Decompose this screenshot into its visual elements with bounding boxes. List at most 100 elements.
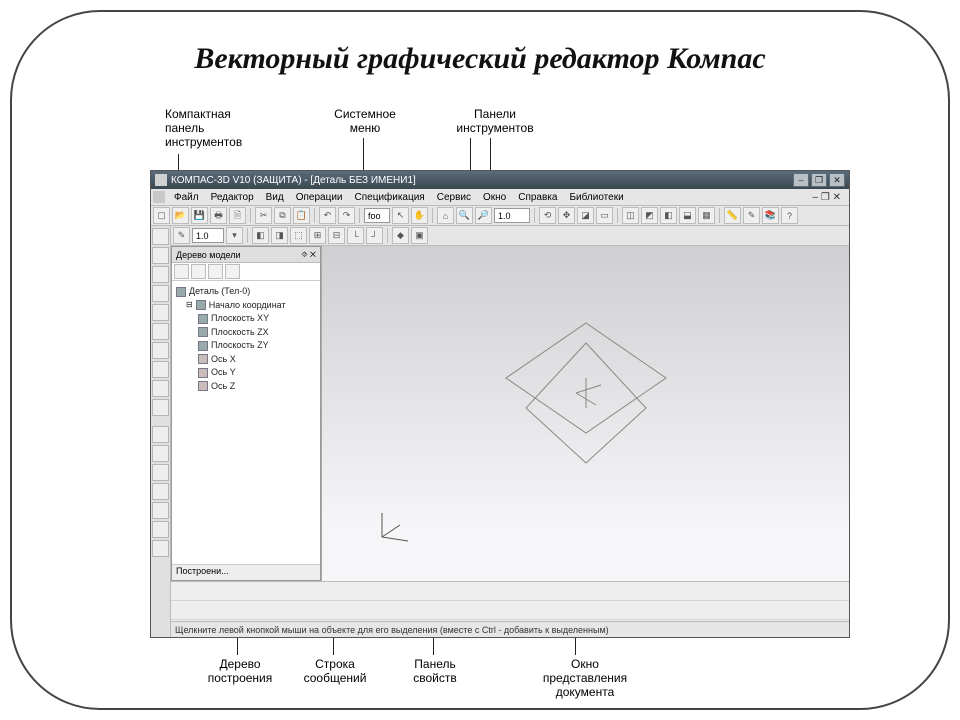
zoom-fit-icon[interactable]: ⌂: [437, 207, 454, 224]
doc-window-buttons[interactable]: – ❐ ✕: [807, 192, 847, 203]
menu-service[interactable]: Сервис: [432, 191, 476, 204]
tool-i-icon[interactable]: ▣: [411, 227, 428, 244]
compact-btn-15[interactable]: [152, 502, 169, 519]
new-icon[interactable]: ▢: [153, 207, 170, 224]
save-icon[interactable]: 💾: [191, 207, 208, 224]
menu-operations[interactable]: Операции: [291, 191, 348, 204]
axis-triad-icon: [372, 505, 414, 547]
menu-libs[interactable]: Библиотеки: [564, 191, 628, 204]
tree-item[interactable]: Плоскость ZY: [198, 339, 316, 353]
maximize-button[interactable]: ❐: [811, 173, 827, 187]
scale-input[interactable]: 1.0: [494, 208, 530, 223]
text-field[interactable]: foo: [364, 208, 390, 223]
props-icon[interactable]: ✎: [743, 207, 760, 224]
tool-h-icon[interactable]: ◆: [392, 227, 409, 244]
separator: [719, 208, 720, 223]
tree-root[interactable]: Деталь (Тел-0): [176, 285, 316, 299]
hand-icon[interactable]: ✋: [411, 207, 428, 224]
tree-item[interactable]: Плоскость XY: [198, 312, 316, 326]
tree-tb-3[interactable]: [208, 264, 223, 279]
section-icon[interactable]: ⬓: [679, 207, 696, 224]
tool-c-icon[interactable]: ⬚: [290, 227, 307, 244]
plane-icon: [198, 341, 208, 351]
rotate-icon[interactable]: ⟲: [539, 207, 556, 224]
tree-tb-1[interactable]: [174, 264, 189, 279]
tool-a-icon[interactable]: ◧: [252, 227, 269, 244]
undo-icon[interactable]: ↶: [319, 207, 336, 224]
menu-view[interactable]: Вид: [261, 191, 289, 204]
view-iso-icon[interactable]: ◪: [577, 207, 594, 224]
tool-f-icon[interactable]: └: [347, 227, 364, 244]
compact-btn-3[interactable]: [152, 266, 169, 283]
cursor-icon[interactable]: ↖: [392, 207, 409, 224]
part-icon: [176, 287, 186, 297]
compact-btn-6[interactable]: [152, 323, 169, 340]
sketch-icon[interactable]: ✎: [173, 227, 190, 244]
tool-b-icon[interactable]: ◨: [271, 227, 288, 244]
compact-btn-16[interactable]: [152, 521, 169, 538]
compact-btn-4[interactable]: [152, 285, 169, 302]
help-icon[interactable]: ?: [781, 207, 798, 224]
compact-btn-1[interactable]: [152, 228, 169, 245]
viewport[interactable]: [321, 246, 849, 581]
compact-btn-14[interactable]: [152, 483, 169, 500]
tree-item[interactable]: Плоскость ZX: [198, 326, 316, 340]
compact-btn-17[interactable]: [152, 540, 169, 557]
tree-tb-2[interactable]: [191, 264, 206, 279]
cut-icon[interactable]: ✂: [255, 207, 272, 224]
print-icon[interactable]: 🖶: [210, 207, 227, 224]
separator: [314, 208, 315, 223]
compact-btn-7[interactable]: [152, 342, 169, 359]
compact-panel: [151, 226, 171, 637]
tool-g-icon[interactable]: ┘: [366, 227, 383, 244]
zoom-out-icon[interactable]: 🔎: [475, 207, 492, 224]
wireframe-icon[interactable]: ◫: [622, 207, 639, 224]
pan-icon[interactable]: ✥: [558, 207, 575, 224]
tree-pin-close[interactable]: ⯑ ✕: [301, 250, 316, 260]
close-button[interactable]: ✕: [829, 173, 845, 187]
open-icon[interactable]: 📂: [172, 207, 189, 224]
menu-edit[interactable]: Редактор: [206, 191, 259, 204]
tree-item[interactable]: Ось Y: [198, 366, 316, 380]
menu-spec[interactable]: Спецификация: [350, 191, 430, 204]
menu-help[interactable]: Справка: [513, 191, 562, 204]
tree-item[interactable]: Ось Z: [198, 380, 316, 394]
tool-d-icon[interactable]: ⊞: [309, 227, 326, 244]
menu-file[interactable]: Файл: [169, 191, 204, 204]
tool-e-icon[interactable]: ⊟: [328, 227, 345, 244]
lib-icon[interactable]: 📚: [762, 207, 779, 224]
compact-btn-9[interactable]: [152, 380, 169, 397]
separator: [534, 208, 535, 223]
minimize-button[interactable]: –: [793, 173, 809, 187]
slide-title: Векторный графический редактор Компас: [0, 42, 960, 76]
properties-panel[interactable]: [171, 581, 849, 621]
view-front-icon[interactable]: ▭: [596, 207, 613, 224]
shaded-icon[interactable]: ◩: [641, 207, 658, 224]
preview-icon[interactable]: 🗎: [229, 207, 246, 224]
compact-btn-11[interactable]: [152, 426, 169, 443]
tree-origin[interactable]: ⊟Начало координат: [186, 299, 316, 313]
compact-btn-12[interactable]: [152, 445, 169, 462]
tree-body[interactable]: Деталь (Тел-0) ⊟Начало координат Плоскос…: [172, 281, 320, 564]
compact-btn-8[interactable]: [152, 361, 169, 378]
redo-icon[interactable]: ↷: [338, 207, 355, 224]
tree-tb-4[interactable]: [225, 264, 240, 279]
copy-icon[interactable]: ⧉: [274, 207, 291, 224]
paste-icon[interactable]: 📋: [293, 207, 310, 224]
persp-icon[interactable]: ▦: [698, 207, 715, 224]
compact-btn-5[interactable]: [152, 304, 169, 321]
dropdown-icon[interactable]: ▾: [226, 227, 243, 244]
tree-tab[interactable]: Построени...: [172, 564, 320, 580]
compact-btn-10[interactable]: [152, 399, 169, 416]
compact-btn-13[interactable]: [152, 464, 169, 481]
scale-input-2[interactable]: 1.0: [192, 228, 224, 243]
zoom-in-icon[interactable]: 🔍: [456, 207, 473, 224]
menu-window[interactable]: Окно: [478, 191, 511, 204]
tree-item[interactable]: Ось X: [198, 353, 316, 367]
titlebar[interactable]: КОМПАС-3D V10 (ЗАЩИТА) - [Деталь БЕЗ ИМЕ…: [151, 171, 849, 189]
tree-title[interactable]: Дерево модели ⯑ ✕: [172, 247, 320, 263]
compact-btn-2[interactable]: [152, 247, 169, 264]
measure-icon[interactable]: 📏: [724, 207, 741, 224]
hidden-icon[interactable]: ◧: [660, 207, 677, 224]
status-bar: Щелкните левой кнопкой мыши на объекте д…: [171, 621, 849, 637]
